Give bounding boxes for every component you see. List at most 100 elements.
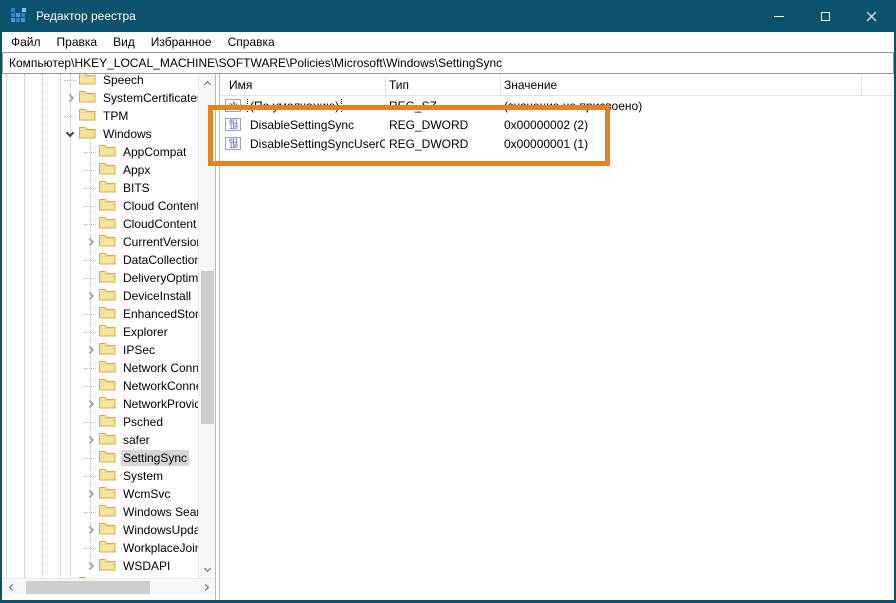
folder-icon [99,557,116,576]
menu-item-help[interactable]: Справка [220,33,283,51]
scroll-left-button[interactable] [2,579,19,596]
tree-twisty[interactable] [82,540,98,556]
tree-item-safer[interactable]: safer [2,431,215,449]
tree-item-bits[interactable]: BITS [2,179,215,197]
tree-item-ipsec[interactable]: IPSec [2,341,215,359]
tree-twisty[interactable] [82,414,98,430]
tree-horizontal-scrollbar[interactable] [2,578,215,595]
tree-item-cloud-content[interactable]: Cloud Content [2,197,215,215]
tree-item-networkprovide[interactable]: NetworkProvide [2,395,215,413]
tree-twisty[interactable] [82,522,98,538]
tree-twisty[interactable] [82,486,98,502]
tree-twisty[interactable] [82,252,98,268]
folder-icon [99,179,116,198]
tree-twisty[interactable] [82,306,98,322]
chevron-left-icon [8,584,15,591]
tree-twisty[interactable] [62,90,78,106]
address-bar: Компьютер\HKEY_LOCAL_MACHINE\SOFTWARE\Po… [2,52,894,74]
tree-item-network-conne[interactable]: Network Conne [2,359,215,377]
tree-item-wsdapi[interactable]: WSDAPI [2,557,215,575]
tree-item-enhancedstorag[interactable]: EnhancedStorag [2,305,215,323]
tree-twisty[interactable] [62,126,78,142]
folder-icon [99,539,116,558]
tree-connector [84,170,96,171]
vertical-scroll-thumb[interactable] [201,271,214,424]
tree-item-cloudcontent[interactable]: CloudContent [2,215,215,233]
value-type: REG_DWORD [385,137,500,151]
tree-item-label: CurrentVersion [121,234,205,250]
tree-item-deliveryoptimiz[interactable]: DeliveryOptimiz [2,269,215,287]
tree-twisty[interactable] [62,74,78,88]
registry-path-field[interactable]: Компьютер\HKEY_LOCAL_MACHINE\SOFTWARE\Po… [2,52,894,74]
column-divider[interactable] [500,76,501,94]
tree-item-appx[interactable]: Appx [2,161,215,179]
column-divider[interactable] [861,76,862,94]
tree-connector [84,548,96,549]
tree-item-tpm[interactable]: TPM [2,107,215,125]
tree-twisty[interactable] [82,396,98,412]
tree-item-datacollection[interactable]: DataCollection [2,251,215,269]
dword-value-icon: 011110 [225,137,241,150]
scroll-up-button[interactable] [199,74,216,91]
tree-item-currentversion[interactable]: CurrentVersion [2,233,215,251]
tree-item-windows-search[interactable]: Windows Search [2,503,215,521]
tree-twisty[interactable] [82,324,98,340]
tree-twisty[interactable] [82,180,98,196]
horizontal-scroll-thumb[interactable] [26,581,150,594]
tree-item-windows[interactable]: Windows [2,125,215,143]
menu-item-favorites[interactable]: Избранное [143,33,220,51]
maximize-button[interactable] [802,0,848,32]
column-header-name[interactable]: Имя [220,74,385,96]
tree-item-speech[interactable]: Speech [2,74,215,89]
chevron-right-icon [86,238,94,246]
tree-twisty[interactable] [82,504,98,520]
tree-twisty[interactable] [82,144,98,160]
tree-item-systemcertificates[interactable]: SystemCertificates [2,89,215,107]
registry-value-row[interactable]: 011110 DisableSettingSync REG_DWORD 0x00… [220,115,894,134]
column-header-value[interactable]: Значение [500,74,861,96]
tree-item-windowsupdate[interactable]: WindowsUpdate [2,521,215,539]
tree-twisty[interactable] [82,234,98,250]
tree-item-explorer[interactable]: Explorer [2,323,215,341]
tree-item-system[interactable]: System [2,467,215,485]
column-header-type[interactable]: Тип [385,74,500,96]
tree-connector [84,152,96,153]
scroll-right-button[interactable] [198,579,215,596]
tree-twisty[interactable] [82,342,98,358]
tree-twisty[interactable] [82,360,98,376]
chevron-down-icon [204,564,211,571]
menu-item-view[interactable]: Вид [105,33,143,51]
tree-item-workplacejoin[interactable]: WorkplaceJoin [2,539,215,557]
scroll-down-button[interactable] [199,561,216,578]
tree-twisty[interactable] [82,216,98,232]
tree-item-wcmsvc[interactable]: WcmSvc [2,485,215,503]
tree-twisty[interactable] [62,108,78,124]
minimize-button[interactable] [756,0,802,32]
column-divider[interactable] [385,76,386,94]
tree-item-networkconnec[interactable]: NetworkConnec [2,377,215,395]
tree-twisty[interactable] [82,198,98,214]
tree-twisty[interactable] [82,288,98,304]
tree-item-settingsync[interactable]: SettingSync [2,449,215,467]
minimize-icon [774,16,784,17]
close-button[interactable] [848,0,894,32]
tree-item-psched[interactable]: Psched [2,413,215,431]
tree-item-appcompat[interactable]: AppCompat [2,143,215,161]
registry-app-icon[interactable] [11,8,27,24]
tree-twisty[interactable] [82,450,98,466]
tree-twisty[interactable] [82,558,98,574]
registry-values-panel: Имя Тип Значение ab (По умолчанию) REG_S… [219,74,894,600]
registry-value-row[interactable]: 011110 DisableSettingSyncUserO... REG_DW… [220,134,894,153]
tree-twisty[interactable] [82,432,98,448]
menu-item-file[interactable]: Файл [3,33,49,51]
tree-twisty[interactable] [82,270,98,286]
registry-value-row[interactable]: ab (По умолчанию) REG_SZ (значение не пр… [220,96,894,115]
tree-connector [64,80,76,81]
tree-twisty[interactable] [82,468,98,484]
tree-connector [84,314,96,315]
tree-twisty[interactable] [82,378,98,394]
tree-twisty[interactable] [82,162,98,178]
menu-item-edit[interactable]: Правка [49,33,106,51]
tree-vertical-scrollbar[interactable] [198,74,215,578]
tree-item-deviceinstall[interactable]: DeviceInstall [2,287,215,305]
